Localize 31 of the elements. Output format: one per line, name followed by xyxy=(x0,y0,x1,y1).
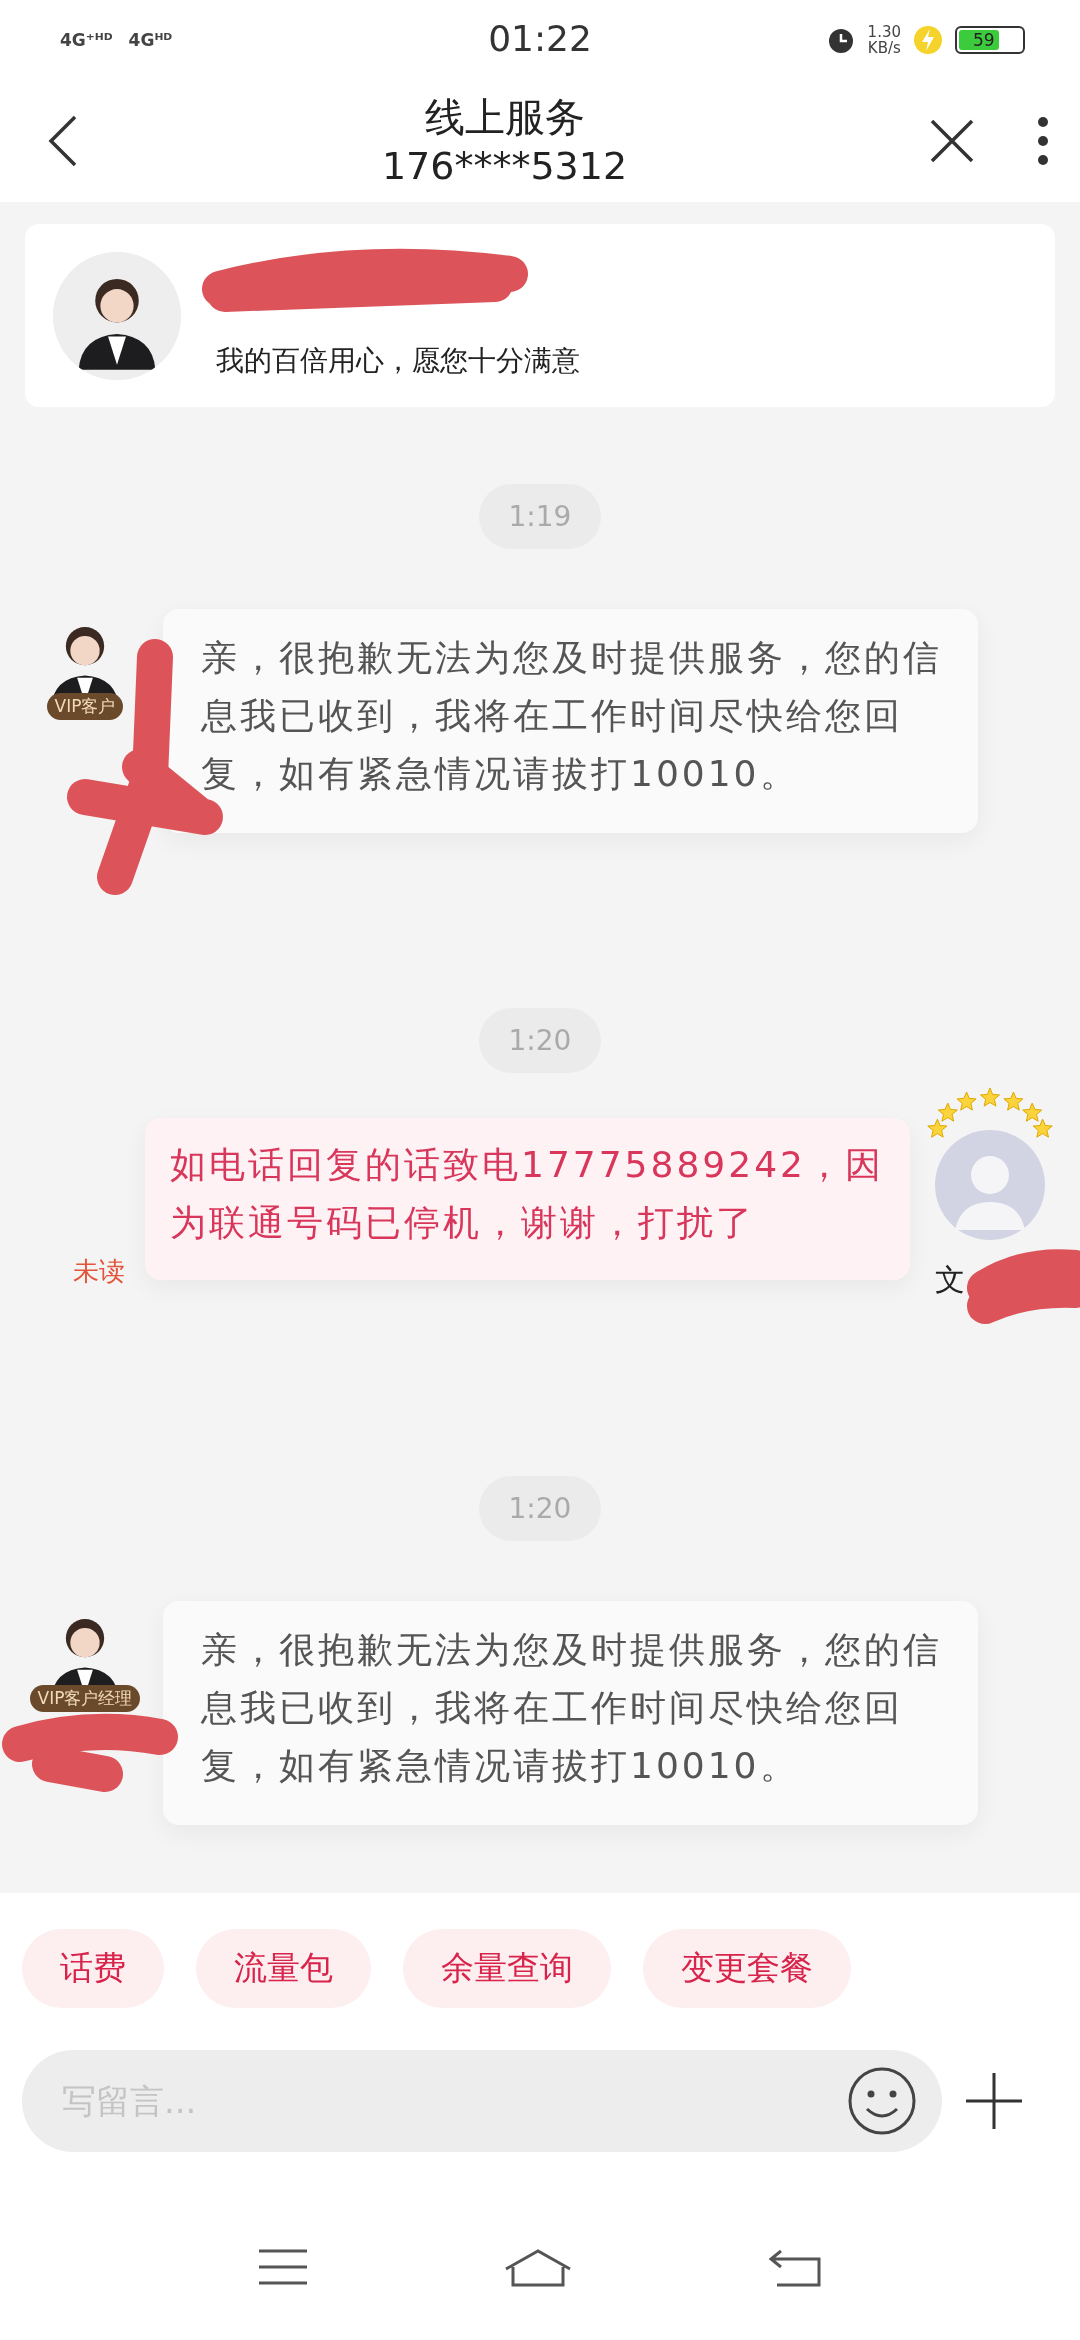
vip-badge: VIP客户经理 xyxy=(29,1685,141,1712)
close-button[interactable] xyxy=(928,117,976,165)
message-bubble: 亲，很抱歉无法为您及时提供服务，您的信息我已收到，我将在工作时间尽快给您回复，如有紧急情况请拔打10010。 xyxy=(163,609,978,833)
message-bubble: 如电话回复的话致电17775889242，因为联通号码已停机，谢谢，打扰了 xyxy=(145,1118,910,1280)
phone-number: 176****5312 xyxy=(381,143,628,190)
plus-icon[interactable] xyxy=(964,2071,1024,2131)
speed-unit: KB/s xyxy=(867,40,901,56)
agent-slogan: 我的百倍用心，愿您十分满意 xyxy=(216,342,580,379)
clock-time: 01:22 xyxy=(488,18,592,59)
quick-reply-chip[interactable]: 流量包 xyxy=(196,1929,371,2008)
emoji-icon[interactable] xyxy=(846,2065,918,2137)
network-indicator: 4G⁺ᴴᴰ xyxy=(60,30,113,50)
network-indicator: 4Gᴴᴰ xyxy=(128,30,173,50)
more-button[interactable] xyxy=(1036,115,1050,167)
quick-reply-chip[interactable]: 余量查询 xyxy=(403,1929,611,2008)
quick-reply-chip[interactable]: 话费 xyxy=(22,1929,164,2008)
message-bubble: 亲，很抱歉无法为您及时提供服务，您的信息我已收到，我将在工作时间尽快给您回复，如有紧急情况请拔打10010。 xyxy=(163,1601,978,1825)
menu-icon[interactable] xyxy=(257,2247,309,2287)
vip-badge: VIP客户 xyxy=(46,693,124,720)
network-speed: 1.30 xyxy=(867,24,901,40)
timestamp: 1:20 xyxy=(478,1476,602,1541)
page-title: 线上服务 xyxy=(424,93,585,142)
read-status: 未读 xyxy=(73,1255,125,1288)
back-icon[interactable] xyxy=(767,2247,823,2289)
timestamp: 1:19 xyxy=(478,484,602,549)
battery-percentage: 59 xyxy=(973,30,995,50)
charging-icon xyxy=(913,25,943,55)
home-icon[interactable] xyxy=(503,2247,573,2289)
user-name: 文 xyxy=(935,1261,965,1299)
timestamp: 1:20 xyxy=(478,1008,602,1073)
quick-reply-chip[interactable]: 变更套餐 xyxy=(643,1929,851,2008)
